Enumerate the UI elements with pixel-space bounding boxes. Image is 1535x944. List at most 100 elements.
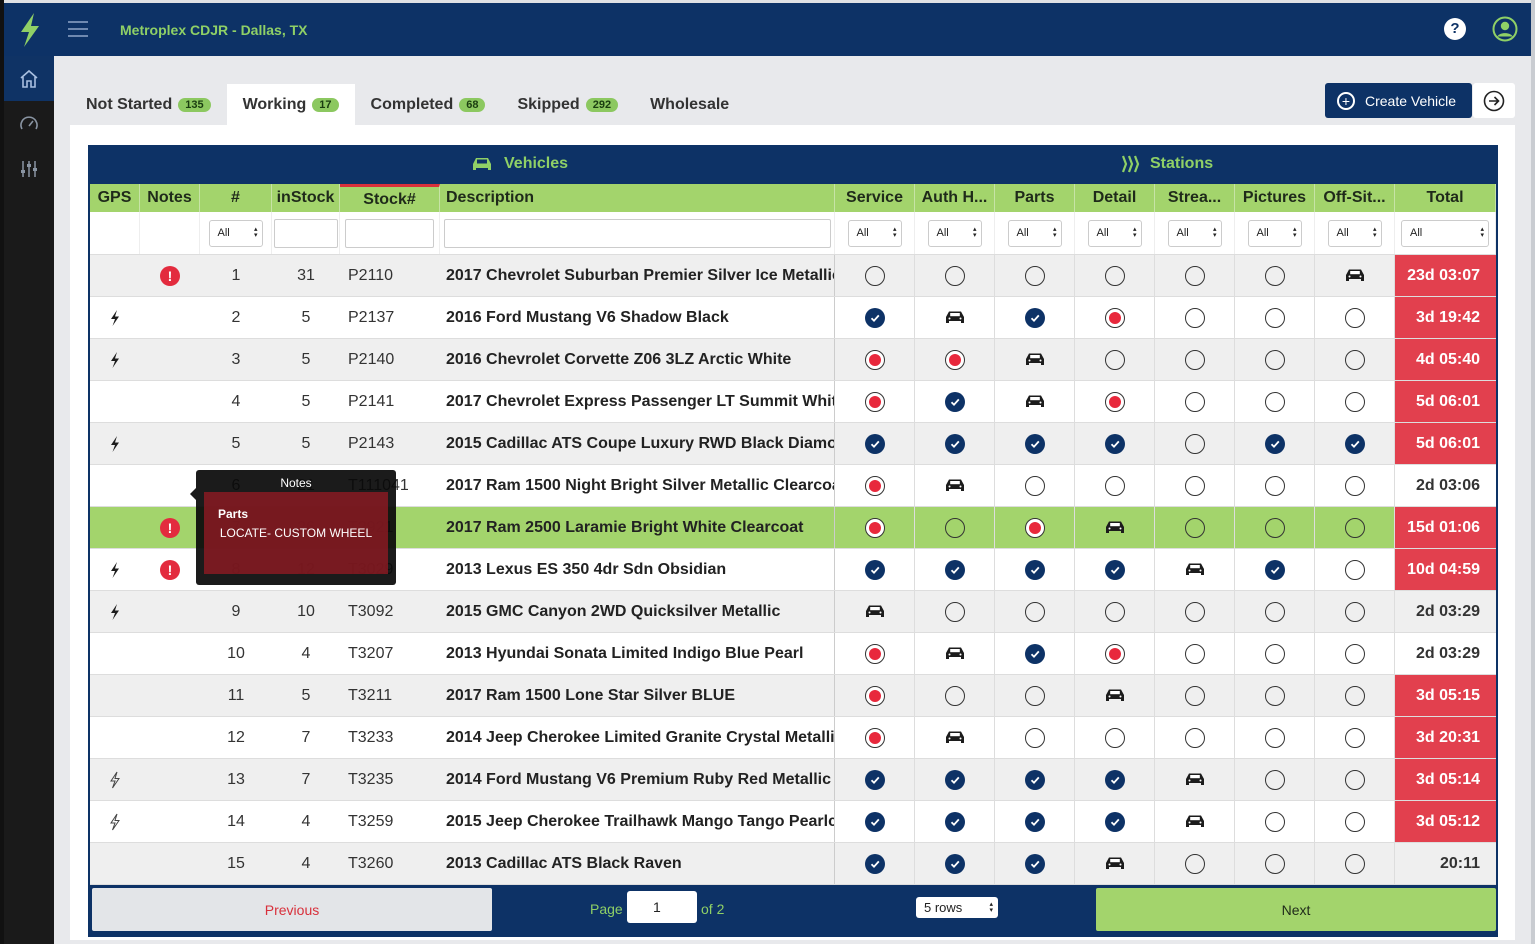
vehicle-description[interactable]: 2015 GMC Canyon 2WD Quicksilver Metallic [440,591,835,632]
filter-select-auth-hold[interactable]: All [927,219,982,247]
station-cell-offsite[interactable] [1315,465,1395,506]
station-cell-pictures[interactable] [1235,339,1315,380]
table-row[interactable]: 13 7 T3235 2014 Ford Mustang V6 Premium Rub… [90,759,1496,801]
column-header-instock[interactable]: inStock [272,184,340,212]
column-header-stock[interactable]: Stock# [340,184,440,212]
station-cell-parts[interactable] [995,465,1075,506]
station-cell-detail[interactable] [1075,675,1155,716]
station-cell-service[interactable] [835,717,915,758]
column-header-notes[interactable]: Notes [140,184,200,212]
station-cell-parts[interactable] [995,675,1075,716]
station-cell-pictures[interactable] [1235,843,1315,884]
station-cell-offsite[interactable] [1315,675,1395,716]
vehicle-description[interactable]: 2015 Cadillac ATS Coupe Luxury RWD Black… [440,423,835,464]
filter-input-instock[interactable] [273,218,338,248]
station-cell-stream[interactable] [1155,801,1235,842]
filter-select-pictures[interactable]: All [1247,219,1302,247]
station-cell-parts[interactable] [995,507,1075,548]
filter-select-detail[interactable]: All [1087,219,1142,247]
station-cell-detail[interactable] [1075,717,1155,758]
vehicle-description[interactable]: 2015 Jeep Cherokee Trailhawk Mango Tango… [440,801,835,842]
station-cell-service[interactable] [835,465,915,506]
filter-input-stock[interactable] [345,218,434,248]
column-header-total[interactable]: Total [1395,184,1496,212]
station-cell-stream[interactable] [1155,759,1235,800]
station-cell-parts[interactable] [995,717,1075,758]
station-cell-auth-hold[interactable] [915,675,995,716]
vehicle-description[interactable]: 2013 Lexus ES 350 4dr Sdn Obsidian [440,549,835,590]
station-cell-auth-hold[interactable] [915,339,995,380]
station-cell-pictures[interactable] [1235,297,1315,338]
station-cell-pictures[interactable] [1235,381,1315,422]
user-account-icon[interactable] [1492,16,1518,42]
filter-select-parts[interactable]: All [1007,219,1062,247]
page-number-input[interactable]: 1 [627,891,697,923]
station-cell-detail[interactable] [1075,801,1155,842]
station-cell-stream[interactable] [1155,591,1235,632]
filter-select-stream[interactable]: All [1167,219,1222,247]
station-cell-pictures[interactable] [1235,801,1315,842]
tab-skipped[interactable]: Skipped 292 [501,84,634,125]
station-cell-service[interactable] [835,507,915,548]
table-row[interactable]: 5 5 P2143 2015 Cadillac ATS Coupe Luxury RW… [90,423,1496,465]
station-cell-detail[interactable] [1075,549,1155,590]
station-cell-service[interactable] [835,423,915,464]
station-cell-auth-hold[interactable] [915,591,995,632]
table-row[interactable]: 4 5 P2141 2017 Chevrolet Express Passenger … [90,381,1496,423]
station-cell-auth-hold[interactable] [915,717,995,758]
help-icon[interactable]: ? [1444,18,1466,40]
station-cell-stream[interactable] [1155,381,1235,422]
vehicle-description[interactable]: 2013 Cadillac ATS Black Raven [440,843,835,884]
column-header-num[interactable]: # [200,184,272,212]
column-header-detail[interactable]: Detail [1075,184,1155,212]
vehicle-description[interactable]: 2016 Ford Mustang V6 Shadow Black [440,297,835,338]
station-cell-service[interactable] [835,339,915,380]
column-header-parts[interactable]: Parts [995,184,1075,212]
station-cell-pictures[interactable] [1235,549,1315,590]
rows-per-page-select[interactable]: 5 rows [916,897,998,918]
station-cell-detail[interactable] [1075,255,1155,296]
station-cell-auth-hold[interactable] [915,255,995,296]
station-cell-offsite[interactable] [1315,423,1395,464]
table-row[interactable]: 11 5 T3211 2017 Ram 1500 Lone Star Silver B… [90,675,1496,717]
station-cell-service[interactable] [835,801,915,842]
station-cell-auth-hold[interactable] [915,381,995,422]
station-cell-stream[interactable] [1155,675,1235,716]
station-cell-parts[interactable] [995,339,1075,380]
column-header-auth-hold[interactable]: Auth H... [915,184,995,212]
station-cell-detail[interactable] [1075,759,1155,800]
station-cell-offsite[interactable] [1315,759,1395,800]
station-cell-stream[interactable] [1155,843,1235,884]
create-vehicle-button[interactable]: + Create Vehicle [1325,83,1472,118]
station-cell-service[interactable] [835,591,915,632]
station-cell-auth-hold[interactable] [915,465,995,506]
station-cell-service[interactable] [835,549,915,590]
station-cell-pictures[interactable] [1235,423,1315,464]
station-cell-detail[interactable] [1075,423,1155,464]
column-header-stream[interactable]: Strea... [1155,184,1235,212]
station-cell-pictures[interactable] [1235,255,1315,296]
station-cell-parts[interactable] [995,633,1075,674]
station-cell-pictures[interactable] [1235,717,1315,758]
sidebar-item-settings[interactable] [4,146,54,191]
station-cell-offsite[interactable] [1315,843,1395,884]
station-cell-auth-hold[interactable] [915,843,995,884]
station-cell-offsite[interactable] [1315,801,1395,842]
station-cell-service[interactable] [835,759,915,800]
vehicle-description[interactable]: 2017 Ram 1500 Night Bright Silver Metall… [440,465,835,506]
station-cell-parts[interactable] [995,549,1075,590]
vehicle-description[interactable]: 2014 Ford Mustang V6 Premium Ruby Red Me… [440,759,835,800]
table-row[interactable]: 15 4 T3260 2013 Cadillac ATS Black Raven 20:… [90,843,1496,885]
column-header-description[interactable]: Description [440,184,835,212]
filter-input-description[interactable] [443,218,831,248]
filter-select-service[interactable]: All [847,219,902,247]
table-row[interactable]: 2 5 P2137 2016 Ford Mustang V6 Shadow Black… [90,297,1496,339]
station-cell-detail[interactable] [1075,339,1155,380]
station-cell-stream[interactable] [1155,717,1235,758]
station-cell-service[interactable] [835,675,915,716]
station-cell-service[interactable] [835,633,915,674]
vehicle-description[interactable]: 2017 Ram 1500 Lone Star Silver BLUE [440,675,835,716]
station-cell-offsite[interactable] [1315,297,1395,338]
station-cell-offsite[interactable] [1315,633,1395,674]
filter-select-total[interactable]: All [1401,219,1489,247]
